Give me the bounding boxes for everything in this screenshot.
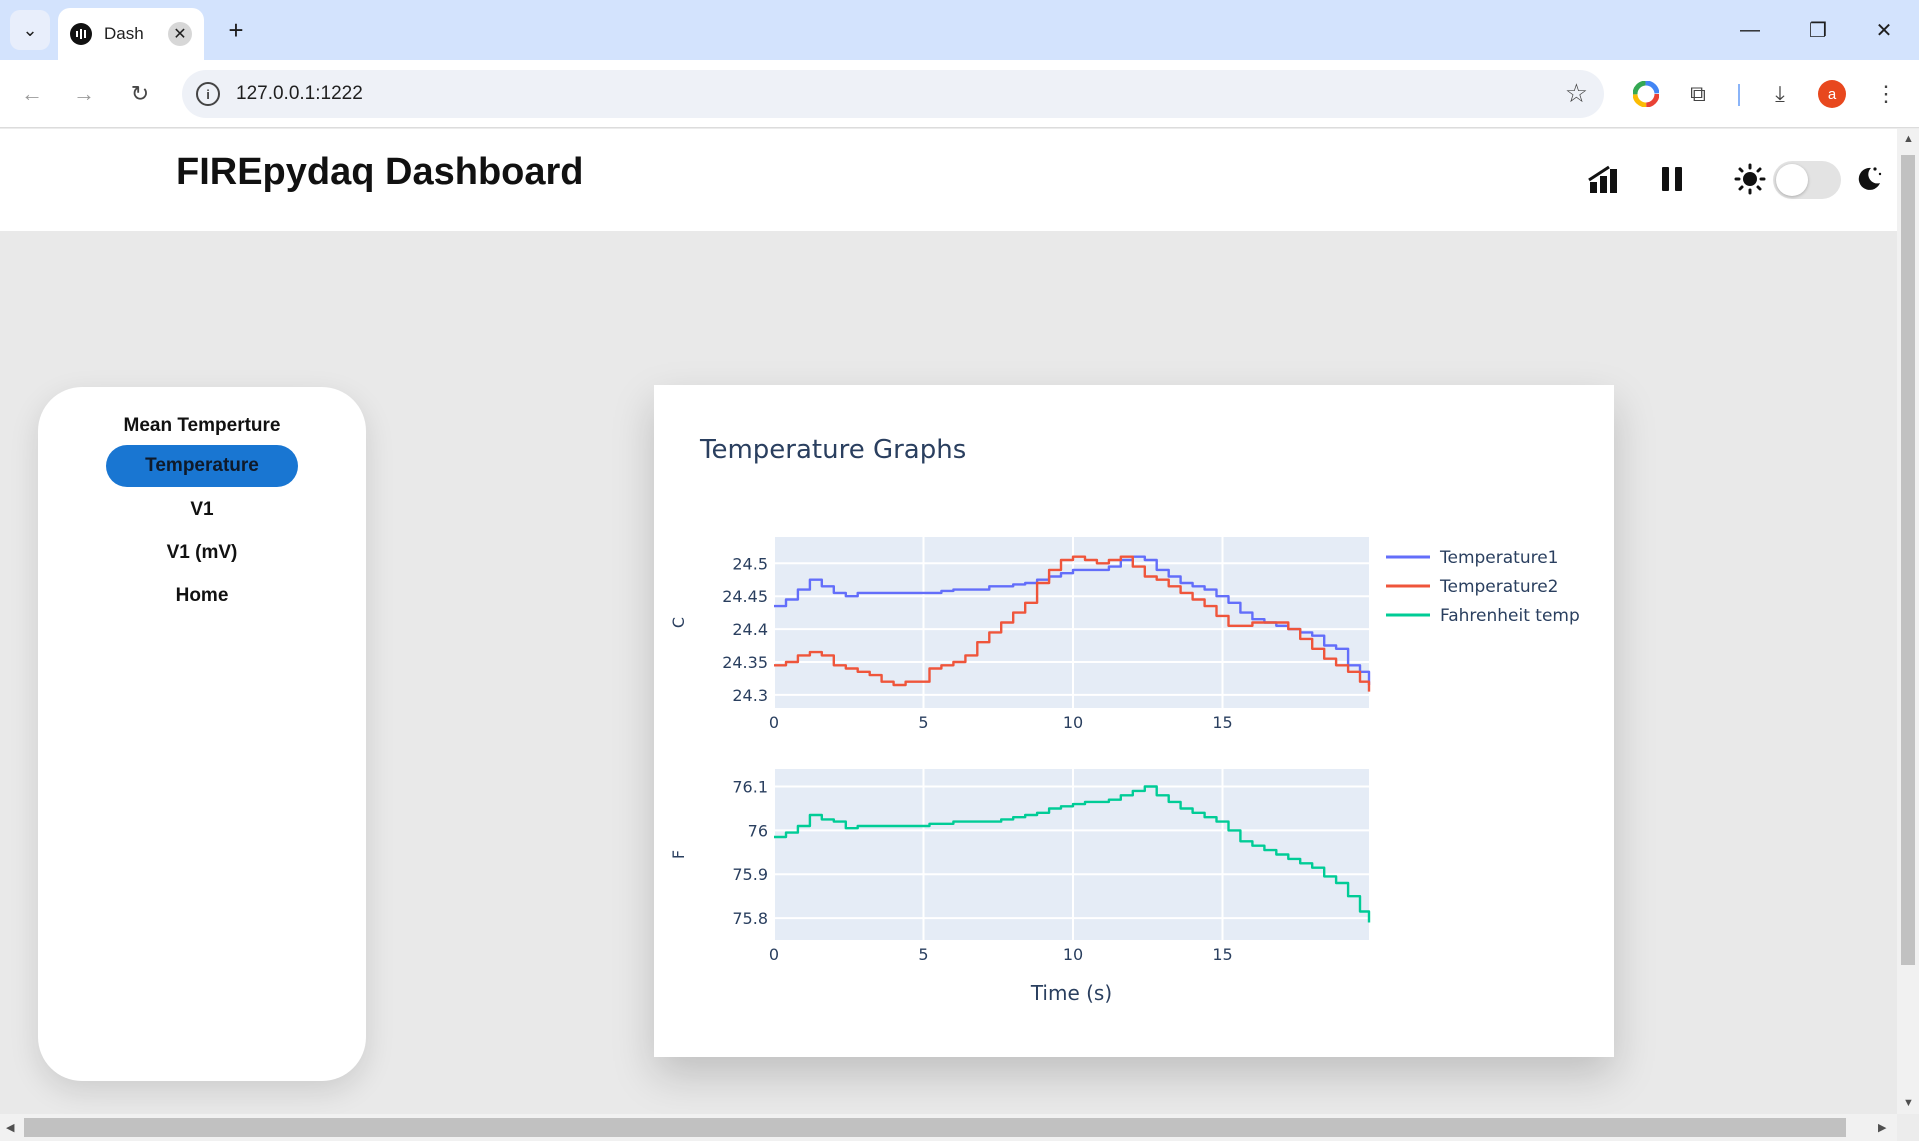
reload-icon: ↻ (130, 81, 150, 106)
page-title: FIREpydaq Dashboard (176, 151, 584, 193)
close-window-button[interactable]: ✕ (1862, 12, 1906, 48)
sidebar-item-temperature[interactable]: Temperature (106, 445, 298, 487)
pause-button[interactable] (1652, 159, 1692, 199)
sidebar-nav: Mean Temperture Temperature V1 V1 (mV) H… (38, 387, 366, 1081)
browser-tab-strip: ⌄ Dash ✕ + — ❐ ✕ (0, 0, 1919, 60)
extensions-button[interactable]: ⧉ (1680, 76, 1716, 112)
new-tab-button[interactable]: + (220, 14, 252, 46)
sidebar-item-v1[interactable]: V1 (38, 499, 366, 521)
page-viewport: FIREpydaq Dashboard Mean Temperture Temp… (0, 129, 1897, 1114)
vertical-scrollbar[interactable]: ▲ ▼ (1897, 129, 1919, 1114)
x-tick-label: 15 (1212, 945, 1232, 964)
y-tick-label: 76.1 (732, 778, 768, 797)
url-text: 127.0.0.1:1222 (236, 83, 363, 104)
x-tick-label: 5 (918, 945, 928, 964)
chevron-down-icon: ⌄ (22, 19, 38, 40)
legend-label: Temperature2 (1439, 577, 1559, 597)
x-tick-label: 10 (1063, 945, 1083, 964)
sidebar-item-mean-temperature[interactable]: Mean Temperture (38, 415, 366, 437)
horizontal-scrollbar[interactable]: ◀ ▶ (0, 1114, 1897, 1141)
close-icon: ✕ (173, 26, 187, 43)
plus-icon: + (228, 14, 244, 45)
signal-bars-icon (1588, 165, 1617, 193)
signal-chart-button[interactable] (1584, 159, 1624, 199)
y-axis-label: C (669, 617, 688, 628)
x-tick-label: 15 (1212, 713, 1232, 732)
vertical-scroll-thumb[interactable] (1901, 155, 1915, 965)
profile-avatar[interactable]: a (1818, 80, 1846, 108)
sun-icon (1734, 163, 1766, 195)
y-axis-label: F (669, 850, 688, 859)
toggle-knob (1776, 164, 1808, 196)
browser-tab[interactable]: Dash ✕ (58, 8, 204, 60)
more-vertical-icon: ⋮ (1875, 81, 1897, 106)
legend-label: Temperature1 (1439, 548, 1559, 568)
theme-toggle[interactable] (1773, 161, 1841, 199)
pause-icon (1662, 167, 1682, 191)
dashboard-header: FIREpydaq Dashboard (0, 129, 1897, 231)
arrow-right-icon: → (73, 81, 95, 106)
minimize-button[interactable]: — (1728, 12, 1772, 48)
y-tick-label: 24.35 (722, 653, 768, 672)
download-icon: ⤓ (1775, 81, 1785, 106)
toolbar-divider (1738, 84, 1740, 106)
y-tick-label: 75.9 (732, 865, 768, 884)
address-bar[interactable]: i 127.0.0.1:1222 ☆ (182, 70, 1604, 118)
scroll-right-icon[interactable]: ▶ (1878, 1121, 1886, 1134)
restore-icon: ❐ (1809, 19, 1827, 42)
site-info-icon[interactable]: i (196, 82, 220, 106)
scroll-down-icon[interactable]: ▼ (1903, 1097, 1914, 1109)
y-tick-label: 24.4 (732, 620, 768, 639)
puzzle-icon: ⧉ (1690, 81, 1706, 106)
color-wheel-icon (1633, 81, 1659, 107)
color-extension-button[interactable] (1628, 76, 1664, 112)
downloads-button[interactable]: ⤓ (1762, 76, 1798, 112)
browser-menu-button[interactable]: ⋮ (1868, 76, 1904, 112)
x-tick-label: 0 (769, 713, 779, 732)
bookmark-star-icon[interactable]: ☆ (1565, 78, 1588, 109)
forward-button[interactable]: → (66, 76, 102, 112)
dash-favicon-icon (70, 23, 92, 45)
minimize-icon: — (1740, 18, 1760, 41)
tab-title: Dash (104, 24, 144, 43)
legend-label: Fahrenheit temp (1440, 606, 1580, 626)
y-tick-label: 76 (748, 821, 768, 840)
close-icon: ✕ (1875, 19, 1893, 42)
tab-close-button[interactable]: ✕ (168, 22, 192, 46)
sidebar-item-v1-mv[interactable]: V1 (mV) (38, 542, 366, 564)
temperature-graph[interactable]: 0 5 10 15 24.3 24.35 24.4 24.45 24.5 C 0 5 10 15 75.8 7… (654, 385, 1614, 1057)
scroll-up-icon[interactable]: ▲ (1903, 133, 1914, 145)
browser-toolbar: ← → ↻ i 127.0.0.1:1222 ☆ ⧉ ⤓ a ⋮ (0, 60, 1919, 128)
y-tick-label: 75.8 (732, 909, 768, 928)
x-axis-label: Time (s) (1030, 981, 1112, 1005)
reload-button[interactable]: ↻ (122, 76, 158, 112)
scroll-left-icon[interactable]: ◀ (6, 1121, 14, 1134)
temperature-graph-card: Temperature Graphs 0 5 10 15 24.3 24.35 24.4 24… (654, 385, 1614, 1057)
dark-mode-indicator (1848, 159, 1888, 199)
tab-search-button[interactable]: ⌄ (10, 10, 50, 50)
moon-icon (1858, 167, 1882, 190)
x-tick-label: 5 (918, 713, 928, 732)
horizontal-scroll-thumb[interactable] (24, 1118, 1846, 1137)
back-button[interactable]: ← (14, 76, 50, 112)
light-mode-indicator (1730, 159, 1770, 199)
y-tick-label: 24.5 (732, 554, 768, 573)
sidebar-item-home[interactable]: Home (38, 585, 366, 607)
y-tick-label: 24.3 (732, 686, 768, 705)
arrow-left-icon: ← (21, 81, 43, 106)
y-tick-label: 24.45 (722, 587, 768, 606)
x-tick-label: 10 (1063, 713, 1083, 732)
x-tick-label: 0 (769, 945, 779, 964)
restore-button[interactable]: ❐ (1796, 12, 1840, 48)
